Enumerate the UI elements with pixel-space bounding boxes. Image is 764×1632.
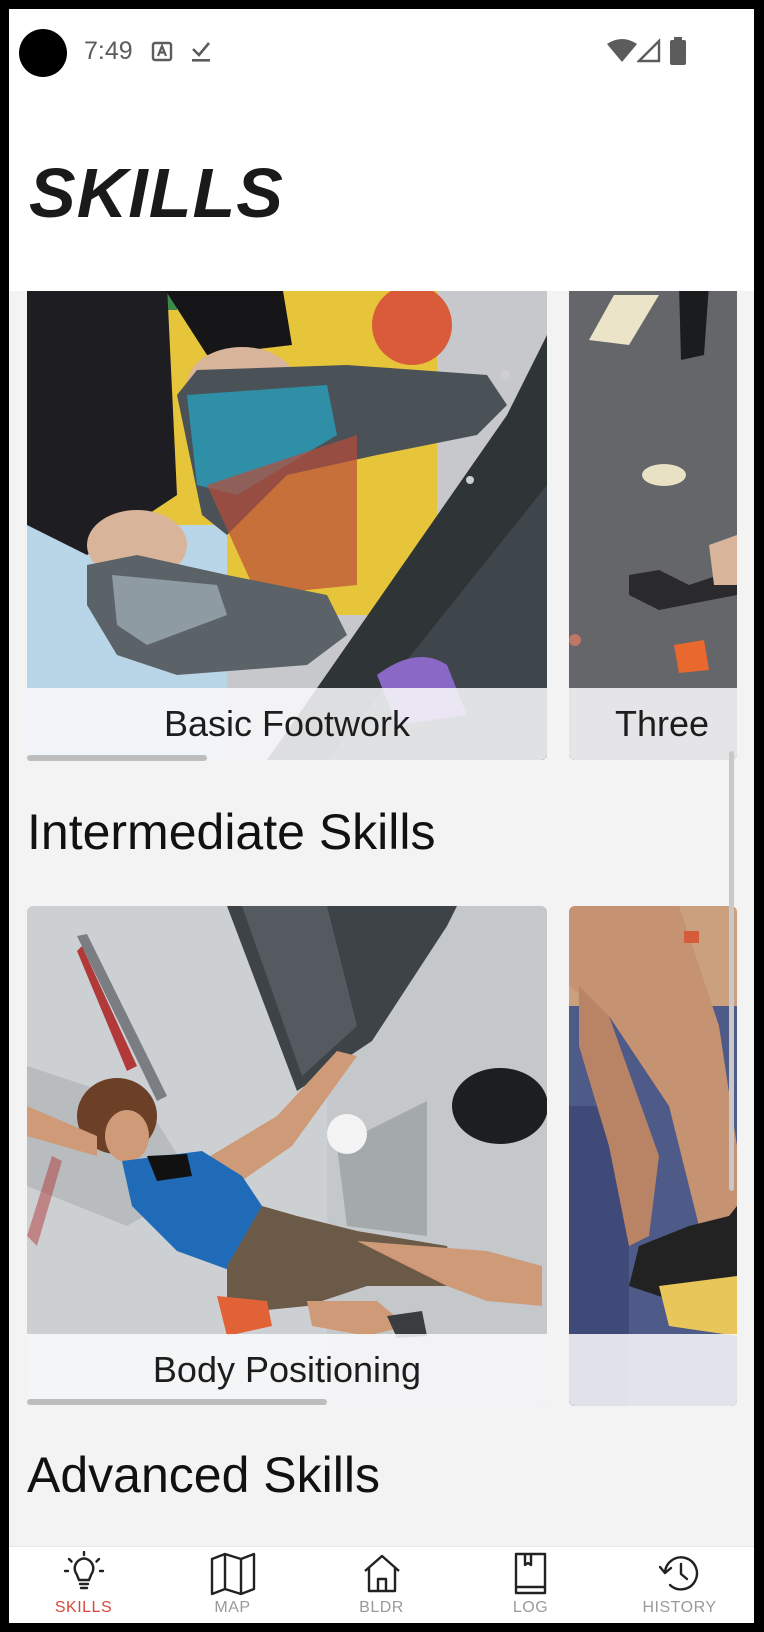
nav-label: BLDR — [359, 1599, 404, 1616]
skill-card-label: Three — [569, 688, 737, 760]
wifi-icon — [607, 39, 637, 62]
header: SKILLS — [9, 91, 754, 291]
bottom-nav: SKILLS MAP BLDR LOG HISTORY — [9, 1546, 754, 1623]
status-bar: 7:49 — [9, 9, 754, 91]
climber-legs-photo — [569, 906, 737, 1406]
carousel-scrollbar[interactable] — [27, 755, 207, 761]
skill-card-label — [569, 1334, 737, 1406]
skill-card-body-positioning[interactable]: Body Positioning — [27, 906, 547, 1406]
history-icon — [658, 1556, 698, 1591]
skill-card-partial[interactable] — [569, 906, 737, 1406]
signal-icon — [637, 38, 661, 63]
nav-item-bldr[interactable]: BLDR — [307, 1547, 456, 1623]
climber-overhang-photo — [27, 906, 547, 1406]
carousel-scrollbar[interactable] — [27, 1399, 327, 1405]
book-icon — [514, 1552, 546, 1595]
nav-item-history[interactable]: HISTORY — [605, 1547, 754, 1623]
skill-card-label: Basic Footwork — [27, 688, 547, 760]
nav-label: SKILLS — [54, 1599, 113, 1616]
app-screen: 7:49 SKILLS Basic Footwork Three Interme… — [9, 9, 754, 1623]
page-title: SKILLS — [29, 154, 284, 232]
status-time: 7:49 — [84, 37, 133, 65]
page-scrollbar[interactable] — [729, 751, 734, 1191]
nav-item-log[interactable]: LOG — [456, 1547, 605, 1623]
nav-item-map[interactable]: MAP — [158, 1547, 307, 1623]
skill-card-three[interactable]: Three — [569, 291, 737, 760]
battery-icon — [670, 37, 686, 65]
download-done-icon — [192, 42, 210, 62]
nav-label: HISTORY — [642, 1599, 717, 1616]
lightbulb-icon — [63, 1551, 104, 1590]
section-title-advanced: Advanced Skills — [27, 1447, 380, 1503]
camera-cutout — [19, 29, 67, 77]
skill-card-label: Body Positioning — [27, 1334, 547, 1406]
nav-label: LOG — [512, 1599, 549, 1616]
nav-item-skills[interactable]: SKILLS — [9, 1547, 158, 1623]
accessibility-icon — [151, 41, 173, 62]
section-title-intermediate: Intermediate Skills — [27, 804, 436, 860]
skill-card-basic-footwork[interactable]: Basic Footwork — [27, 291, 547, 760]
skills-list[interactable]: Basic Footwork Three Intermediate Skills — [9, 291, 754, 1546]
home-icon — [363, 1554, 400, 1593]
map-icon — [210, 1552, 255, 1596]
nav-label: MAP — [214, 1599, 251, 1616]
